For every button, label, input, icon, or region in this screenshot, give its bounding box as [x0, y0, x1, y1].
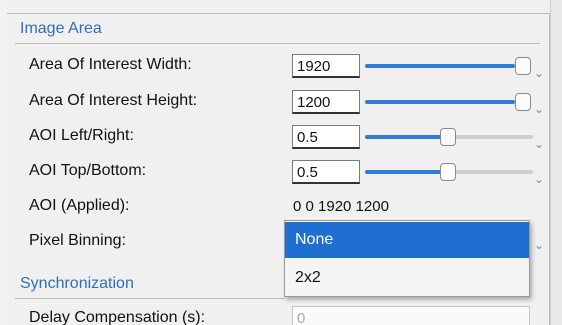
section-title-synchronization: Synchronization — [20, 275, 134, 292]
pixel-binning-dropdown-list[interactable]: None 2x2 — [284, 220, 530, 297]
section-divider — [15, 298, 285, 299]
scrollbar[interactable] — [550, 0, 562, 325]
slider-thumb[interactable] — [440, 163, 456, 181]
aoi-left-right-slider[interactable] — [365, 125, 535, 149]
aoi-left-right-input[interactable]: 0.5 — [292, 125, 360, 149]
delay-compensation-input[interactable]: 0 — [292, 306, 530, 325]
slider-track-fill — [365, 135, 445, 139]
aoi-width-slider[interactable] — [365, 54, 535, 78]
slider-track-rest — [453, 135, 533, 139]
slider-thumb[interactable] — [515, 57, 531, 75]
row-label-aoi-height: Area Of Interest Height: — [29, 92, 198, 109]
slider-track-fill — [365, 170, 445, 174]
slider-thumb[interactable] — [440, 128, 456, 146]
section-divider — [15, 43, 540, 44]
aoi-height-slider[interactable] — [365, 90, 535, 114]
chevron-down-icon[interactable]: ⌄ — [534, 102, 544, 116]
section-title-image-area: Image Area — [20, 20, 102, 37]
dropdown-option-2x2[interactable]: 2x2 — [285, 260, 529, 296]
row-label-aoi-left-right: AOI Left/Right: — [29, 127, 134, 144]
aoi-applied-value: 0 0 1920 1200 — [293, 198, 389, 215]
chevron-down-icon[interactable]: ⌄ — [534, 66, 544, 80]
row-label-aoi-applied: AOI (Applied): — [29, 197, 130, 214]
aoi-top-bottom-input[interactable]: 0.5 — [292, 160, 360, 184]
aoi-top-bottom-slider[interactable] — [365, 160, 535, 184]
row-label-aoi-width: Area Of Interest Width: — [29, 56, 192, 73]
aoi-height-input[interactable]: 1200 — [292, 90, 360, 114]
row-label-delay-compensation: Delay Compensation (s): — [29, 309, 206, 325]
slider-track-fill — [365, 100, 515, 104]
row-label-pixel-binning: Pixel Binning: — [29, 232, 126, 249]
dropdown-option-none[interactable]: None — [285, 222, 529, 258]
slider-thumb[interactable] — [515, 93, 531, 111]
chevron-down-icon[interactable]: ⌄ — [534, 172, 544, 186]
panel-top-border — [7, 13, 550, 14]
row-label-aoi-top-bottom: AOI Top/Bottom: — [29, 162, 147, 179]
chevron-down-icon[interactable]: ⌄ — [534, 137, 544, 151]
chevron-down-icon[interactable]: ⌄ — [534, 238, 544, 252]
slider-track-fill — [365, 64, 515, 68]
aoi-width-input[interactable]: 1920 — [292, 54, 360, 78]
slider-track-rest — [453, 170, 533, 174]
